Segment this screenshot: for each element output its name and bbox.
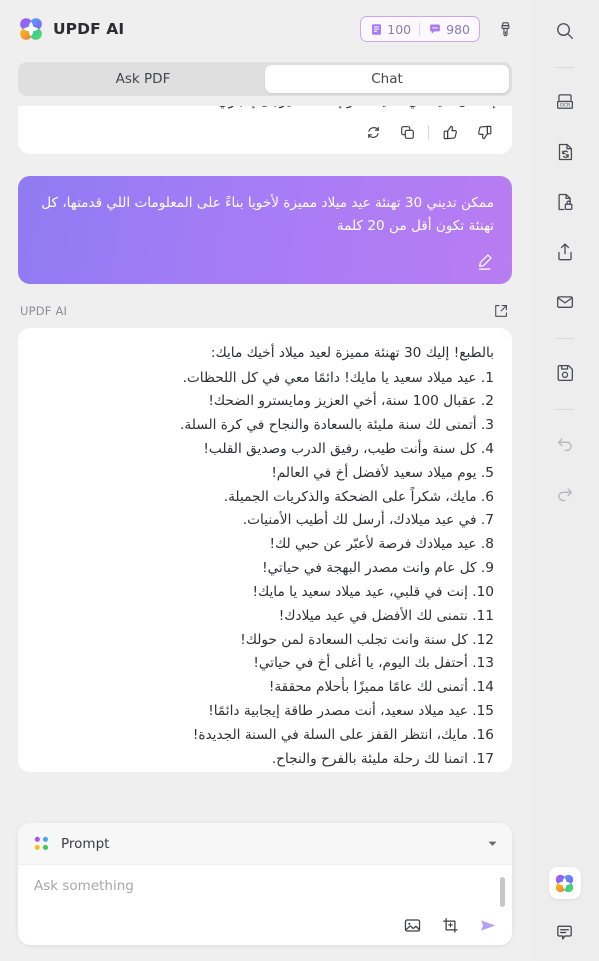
- edit-pencil-icon[interactable]: [474, 252, 494, 272]
- prompt-selector[interactable]: Prompt: [18, 823, 512, 865]
- undo-icon[interactable]: [548, 427, 582, 461]
- right-toolbar: OCR: [530, 0, 599, 961]
- tab-chat[interactable]: Chat: [265, 65, 509, 93]
- answer-item: 3. أتمنى لك سنة مليئة بالسعادة والنجاح ف…: [180, 417, 494, 434]
- chat-scroll-area[interactable]: إذا كان لديك أي تعديلات أو إضافات، يرجى …: [0, 106, 530, 817]
- convert-document-icon[interactable]: [548, 135, 582, 169]
- screenshot-crop-icon[interactable]: [440, 915, 460, 935]
- previous-answer-bubble: إذا كان لديك أي تعديلات أو إضافات، يرجى …: [18, 106, 512, 155]
- credit-documents: 100: [370, 22, 411, 37]
- answer-item: 13. أحتفل بك اليوم، يا أغلى أخ في حياتي!: [253, 655, 494, 672]
- answer-item: 7. في عيد ميلادك، أرسل لك أطيب الأمنيات.: [242, 512, 494, 529]
- comment-icon[interactable]: [548, 915, 582, 949]
- updf-ai-chip-icon[interactable]: [548, 867, 581, 899]
- answer-item: 5. يوم ميلاد سعيد لأفضل أخ في العالم!: [271, 464, 494, 481]
- ai-header: UPDF AI 100 980: [0, 0, 530, 58]
- chat-scrollbar[interactable]: [519, 106, 525, 817]
- composer-wrap: Prompt: [0, 817, 530, 961]
- updf-flower-logo-icon: [20, 18, 42, 40]
- answer-item: 8. عيد ميلادك فرصة لأعبّر عن حبي لك!: [269, 536, 494, 553]
- regenerate-icon[interactable]: [363, 122, 383, 142]
- mail-icon[interactable]: [548, 285, 582, 319]
- user-message-actions: [36, 252, 494, 272]
- credit-chats-value: 980: [446, 21, 470, 37]
- rail-divider: [555, 409, 574, 410]
- tab-ask-pdf[interactable]: Ask PDF: [21, 65, 265, 93]
- mode-tabs: Ask PDF Chat: [0, 58, 530, 106]
- composer: Prompt: [18, 823, 512, 945]
- copy-icon[interactable]: [397, 122, 417, 142]
- answer-item: 15. عيد ميلاد سعيد، أنت مصدر طاقة إيجابي…: [208, 703, 494, 720]
- answer-item: 17. اتمنا لك رحلة مليئة بالفرح والنجاح.: [271, 750, 494, 767]
- share-export-icon[interactable]: [548, 235, 582, 269]
- ai-answer-label: UPDF AI: [20, 303, 68, 318]
- answer-item: 6. مايك، شكراً على الضحكة والذكريات الجم…: [223, 488, 494, 505]
- image-upload-icon[interactable]: [402, 915, 422, 935]
- user-message-text: ممكن تديني 30 تهنئة عيد ميلاد مميزة لأخو…: [41, 195, 494, 234]
- answer-item: 10. إنت في قلبي، عيد ميلاد سعيد يا مايك!: [252, 583, 494, 600]
- ask-input[interactable]: [34, 878, 441, 894]
- user-message-bubble: ممكن تديني 30 تهنئة عيد ميلاد مميزة لأخو…: [18, 176, 512, 284]
- thumbs-down-icon[interactable]: [474, 122, 494, 142]
- answer-item: 16. مايك، انتظر القفز على السلة في السنة…: [192, 726, 494, 743]
- previous-answer-text: إذا كان لديك أي تعديلات أو إضافات، يرجى …: [34, 106, 496, 112]
- answer-item: 11. نتمنى لك الأفضل في عيد ميلادك!: [278, 607, 494, 624]
- document-credit-icon: [372, 23, 382, 35]
- input-scrollbar-thumb[interactable]: [500, 877, 505, 907]
- message-actions: [34, 122, 496, 142]
- ai-answer-card: بالطبع! إليك 30 تهنئة مميزة لعيد ميلاد أ…: [18, 327, 512, 772]
- header-right: 100 980: [360, 16, 516, 42]
- answer-item: 9. كل عام وانت مصدر البهجة في حياتي!: [262, 560, 494, 577]
- rail-bottom-group: [530, 867, 599, 949]
- answer-item: 12. كل سنة وانت تجلب السعادة لمن حولك!: [240, 631, 494, 648]
- input-area[interactable]: [18, 865, 512, 945]
- answer-item: 2. عقبال 100 سنة، أخي العزيز ومايسترو ال…: [208, 393, 494, 410]
- brand: UPDF AI: [18, 16, 124, 42]
- answer-intro: بالطبع! إليك 30 تهنئة مميزة لعيد ميلاد أ…: [210, 344, 494, 361]
- chat-credit-icon: [430, 23, 441, 34]
- ai-panel: UPDF AI 100 980 Ask PDF Chat ممكن تديني …: [0, 0, 530, 961]
- save-icon[interactable]: [548, 356, 582, 390]
- chevron-down-icon: [488, 841, 497, 846]
- redo-icon[interactable]: [548, 477, 582, 511]
- svg-text:OCR: OCR: [559, 102, 570, 108]
- answer-item: 14. أتمنى لك عامًا مميزًا بأحلام محققة!: [268, 679, 494, 696]
- ai-answer-header: UPDF AI: [18, 302, 512, 320]
- brush-icon[interactable]: [494, 18, 516, 40]
- protect-document-icon[interactable]: [548, 185, 582, 219]
- rail-divider: [555, 67, 574, 68]
- credit-chats: 980: [428, 22, 470, 37]
- send-icon[interactable]: [478, 915, 498, 935]
- actions-divider: [428, 124, 429, 140]
- credit-documents-value: 100: [387, 21, 412, 37]
- credits-badge[interactable]: 100 980: [360, 16, 480, 42]
- credits-divider: [419, 22, 421, 36]
- answer-item: 1. عيد ميلاد سعيد يا مايك! دائمًا معي في…: [182, 369, 494, 386]
- expand-external-icon[interactable]: [492, 302, 510, 320]
- answer-item: 4. كل سنة وأنت طيب، رفيق الدرب وصديق الق…: [203, 440, 494, 457]
- rail-divider: [555, 338, 574, 339]
- thumbs-up-icon[interactable]: [440, 122, 460, 142]
- tab-ask-pdf-label: Ask PDF: [115, 71, 171, 87]
- ocr-icon[interactable]: OCR: [548, 85, 582, 119]
- input-tools: [402, 915, 498, 935]
- brand-name: UPDF AI: [53, 20, 125, 38]
- four-dots-icon: [34, 836, 49, 851]
- tab-chat-label: Chat: [371, 71, 403, 87]
- updf-ai-window: UPDF AI 100 980 Ask PDF Chat ممكن تديني …: [0, 0, 599, 961]
- search-icon[interactable]: [548, 14, 582, 48]
- prompt-label: Prompt: [61, 835, 110, 852]
